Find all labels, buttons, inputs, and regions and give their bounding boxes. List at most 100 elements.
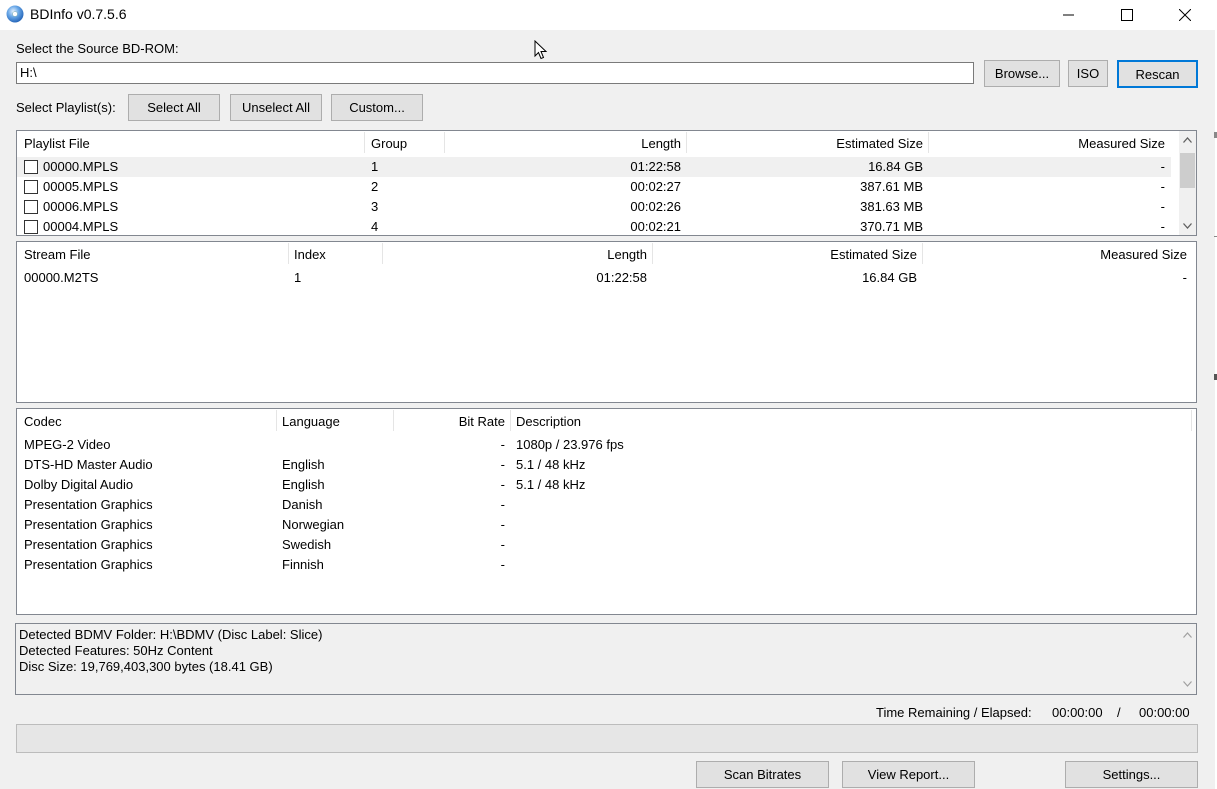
- playlist-estimated-size: 370.71 MB: [860, 219, 923, 234]
- codec-language: Finnish: [282, 557, 324, 572]
- stream-measured-size: -: [1182, 270, 1187, 285]
- column-header[interactable]: Stream File: [24, 242, 90, 266]
- codec-language: Danish: [282, 497, 323, 512]
- codec-description: 5.1 / 48 kHz: [516, 477, 586, 492]
- column-header[interactable]: Playlist File: [24, 131, 90, 155]
- summary-line: Detected BDMV Folder: H:\BDMV (Disc Labe…: [19, 627, 323, 642]
- summary-line: Disc Size: 19,769,403,300 bytes (18.41 G…: [19, 659, 273, 674]
- summary-line: Detected Features: 50Hz Content: [19, 643, 213, 658]
- maximize-icon[interactable]: [1098, 0, 1156, 30]
- playlist-row[interactable]: 00005.MPLS 2 00:02:27 387.61 MB -: [17, 177, 1171, 197]
- stream-header: Stream File Index Length Estimated Size …: [17, 242, 1196, 266]
- playlist-list[interactable]: Playlist File Group Length Estimated Siz…: [16, 130, 1197, 236]
- stream-list[interactable]: Stream File Index Length Estimated Size …: [16, 241, 1197, 403]
- column-header[interactable]: Language: [282, 409, 340, 433]
- unselect-all-button[interactable]: Unselect All: [230, 94, 322, 121]
- playlist-measured-size: -: [1160, 179, 1165, 194]
- column-header[interactable]: Measured Size: [927, 242, 1187, 266]
- column-header[interactable]: Length: [387, 242, 647, 266]
- stream-index: 1: [294, 270, 302, 285]
- playlist-group: 2: [371, 179, 379, 194]
- column-header[interactable]: Index: [294, 242, 326, 266]
- codec-language: Norwegian: [282, 517, 345, 532]
- column-header[interactable]: Bit Rate: [397, 409, 505, 433]
- codec-name: Presentation Graphics: [24, 497, 153, 512]
- codec-language: English: [282, 477, 325, 492]
- time-remaining-value: 00:00:00: [1052, 705, 1103, 720]
- column-header[interactable]: Codec: [24, 409, 62, 433]
- scroll-up-icon[interactable]: [1179, 626, 1196, 643]
- playlist-length: 01:22:58: [630, 159, 681, 174]
- codec-description: 5.1 / 48 kHz: [516, 457, 586, 472]
- codec-row[interactable]: DTS-HD Master Audio English - 5.1 / 48 k…: [17, 455, 1196, 475]
- minimize-icon[interactable]: [1040, 0, 1098, 30]
- window-title: BDInfo v0.7.5.6: [30, 6, 127, 22]
- source-label: Select the Source BD-ROM:: [16, 41, 179, 56]
- playlist-file: 00000.MPLS: [43, 159, 119, 174]
- stream-length: 01:22:58: [596, 270, 647, 285]
- scan-bitrates-button[interactable]: Scan Bitrates: [696, 761, 829, 788]
- codec-row[interactable]: Presentation Graphics Norwegian -: [17, 515, 1196, 535]
- source-path-input[interactable]: H:\: [16, 62, 974, 84]
- column-header[interactable]: Length: [447, 131, 681, 155]
- playlist-scrollbar[interactable]: [1179, 131, 1196, 235]
- playlist-row[interactable]: 00000.MPLS 1 01:22:58 16.84 GB -: [17, 157, 1171, 177]
- browse-button[interactable]: Browse...: [984, 60, 1060, 87]
- codec-bitrate: -: [500, 457, 505, 472]
- codec-row[interactable]: Presentation Graphics Swedish -: [17, 535, 1196, 555]
- column-header[interactable]: Description: [516, 409, 581, 433]
- scroll-thumb[interactable]: [1180, 153, 1195, 188]
- column-header[interactable]: Group: [371, 131, 407, 155]
- codec-list[interactable]: Codec Language Bit Rate Description MPEG…: [16, 408, 1197, 615]
- select-all-button[interactable]: Select All: [128, 94, 220, 121]
- close-icon[interactable]: [1156, 0, 1214, 30]
- playlist-row[interactable]: 00004.MPLS 4 00:02:21 370.71 MB -: [17, 217, 1171, 235]
- disc-icon: [6, 5, 24, 23]
- playlist-checkbox[interactable]: [24, 200, 38, 214]
- playlist-measured-size: -: [1160, 199, 1165, 214]
- playlist-file: 00005.MPLS: [43, 179, 119, 194]
- codec-name: Presentation Graphics: [24, 517, 153, 532]
- select-playlists-label: Select Playlist(s):: [16, 100, 116, 115]
- codec-language: Swedish: [282, 537, 332, 552]
- codec-row[interactable]: Presentation Graphics Danish -: [17, 495, 1196, 515]
- playlist-estimated-size: 16.84 GB: [868, 159, 923, 174]
- codec-name: DTS-HD Master Audio: [24, 457, 153, 472]
- codec-description: 1080p / 23.976 fps: [516, 437, 624, 452]
- view-report-button[interactable]: View Report...: [842, 761, 975, 788]
- time-remaining-label: Time Remaining / Elapsed:: [876, 705, 1032, 720]
- codec-header: Codec Language Bit Rate Description: [17, 409, 1196, 433]
- column-header[interactable]: Estimated Size: [689, 131, 923, 155]
- scroll-down-icon[interactable]: [1179, 217, 1196, 234]
- playlist-checkbox[interactable]: [24, 180, 38, 194]
- playlist-group: 1: [371, 159, 379, 174]
- codec-name: MPEG-2 Video: [24, 437, 111, 452]
- codec-row[interactable]: MPEG-2 Video - 1080p / 23.976 fps: [17, 435, 1196, 455]
- stream-estimated-size: 16.84 GB: [862, 270, 917, 285]
- playlist-checkbox[interactable]: [24, 160, 38, 174]
- playlist-file: 00004.MPLS: [43, 219, 119, 234]
- rescan-button[interactable]: Rescan: [1117, 60, 1198, 88]
- time-separator: /: [1117, 705, 1121, 720]
- settings-button[interactable]: Settings...: [1065, 761, 1198, 788]
- iso-button[interactable]: ISO: [1068, 60, 1108, 87]
- time-elapsed-value: 00:00:00: [1139, 705, 1190, 720]
- codec-row[interactable]: Presentation Graphics Finnish -: [17, 555, 1196, 575]
- scroll-down-icon[interactable]: [1179, 675, 1196, 692]
- codec-name: Dolby Digital Audio: [24, 477, 134, 492]
- summary-textbox[interactable]: Detected BDMV Folder: H:\BDMV (Disc Labe…: [15, 623, 1197, 695]
- column-header[interactable]: Estimated Size: [657, 242, 917, 266]
- scroll-up-icon[interactable]: [1179, 131, 1196, 148]
- custom-button[interactable]: Custom...: [331, 94, 423, 121]
- column-header[interactable]: Measured Size: [931, 131, 1165, 155]
- playlist-checkbox[interactable]: [24, 220, 38, 234]
- title-bar: BDInfo v0.7.5.6: [0, 0, 1217, 30]
- playlist-group: 4: [371, 219, 379, 234]
- cursor-icon: [534, 39, 548, 60]
- codec-row[interactable]: Dolby Digital Audio English - 5.1 / 48 k…: [17, 475, 1196, 495]
- playlist-header: Playlist File Group Length Estimated Siz…: [17, 131, 1179, 155]
- codec-name: Presentation Graphics: [24, 537, 153, 552]
- summary-scrollbar[interactable]: [1179, 624, 1196, 694]
- playlist-row[interactable]: 00006.MPLS 3 00:02:26 381.63 MB -: [17, 197, 1171, 217]
- stream-row[interactable]: 00000.M2TS 1 01:22:58 16.84 GB -: [17, 268, 1196, 288]
